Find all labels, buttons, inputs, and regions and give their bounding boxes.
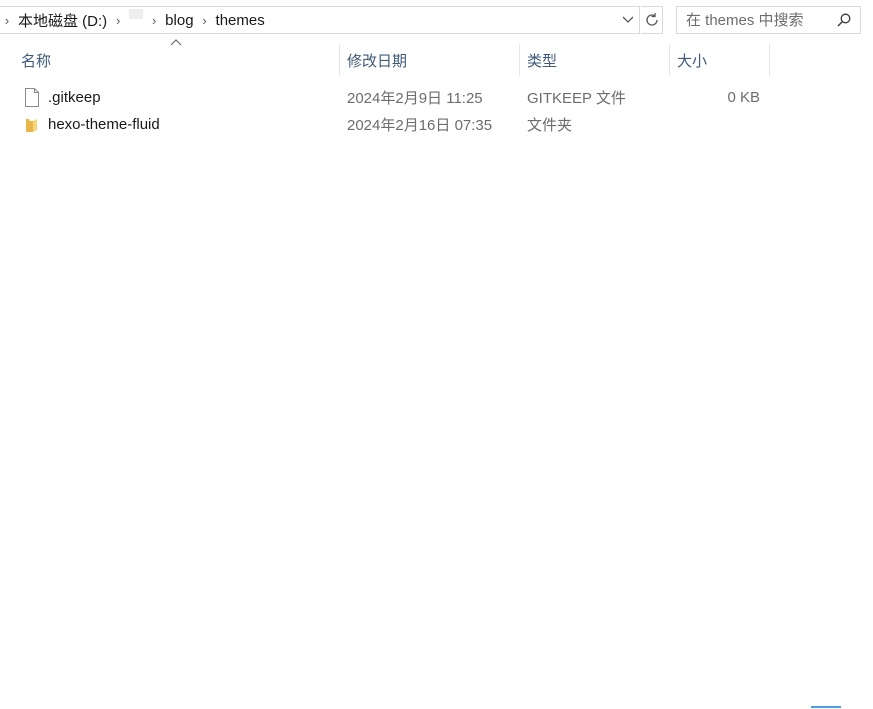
column-header-type[interactable]: 类型 [520, 44, 670, 76]
chevron-down-icon [622, 16, 634, 23]
column-header-name[interactable]: 名称 [14, 44, 340, 76]
search-input[interactable] [686, 11, 826, 29]
file-type: GITKEEP 文件 [527, 90, 626, 107]
file-type: 文件夹 [527, 117, 573, 134]
column-header-date[interactable]: 修改日期 [340, 44, 520, 76]
breadcrumb-drive[interactable]: 本地磁盘 (D:) [14, 10, 111, 31]
chevron-right-icon[interactable]: › [111, 13, 125, 28]
file-size: 0 KB [727, 89, 760, 106]
breadcrumb-blog[interactable]: blog [161, 12, 197, 29]
refresh-icon [645, 13, 658, 26]
column-header-size[interactable]: 大小 [670, 44, 770, 76]
folder-icon [22, 111, 42, 138]
chevron-right-icon[interactable]: › [0, 13, 14, 28]
file-name[interactable]: .gitkeep [48, 84, 101, 111]
address-bar[interactable]: › 本地磁盘 (D:) › › blog › themes [0, 6, 640, 34]
file-name[interactable]: hexo-theme-fluid [48, 111, 160, 138]
status-indicator-line [811, 706, 841, 708]
file-row-gitkeep[interactable]: .gitkeep 2024年2月9日 11:25 GITKEEP 文件 0 KB [14, 84, 770, 111]
breadcrumb-hidden[interactable] [129, 9, 144, 19]
search-box[interactable] [676, 6, 861, 34]
refresh-button[interactable] [641, 6, 663, 34]
chevron-right-icon[interactable]: › [198, 13, 212, 28]
breadcrumb-themes[interactable]: themes [212, 12, 269, 29]
file-size [677, 111, 760, 138]
search-icon[interactable] [836, 12, 852, 28]
file-icon [22, 84, 42, 111]
file-modified-date: 2024年2月16日 07:35 [347, 117, 493, 134]
address-history-dropdown[interactable] [617, 7, 639, 33]
file-modified-date: 2024年2月9日 11:25 [347, 90, 483, 107]
chevron-right-icon[interactable]: › [147, 13, 161, 28]
file-row-hexo-theme-fluid[interactable]: hexo-theme-fluid 2024年2月16日 07:35 文件夹 [14, 111, 770, 138]
